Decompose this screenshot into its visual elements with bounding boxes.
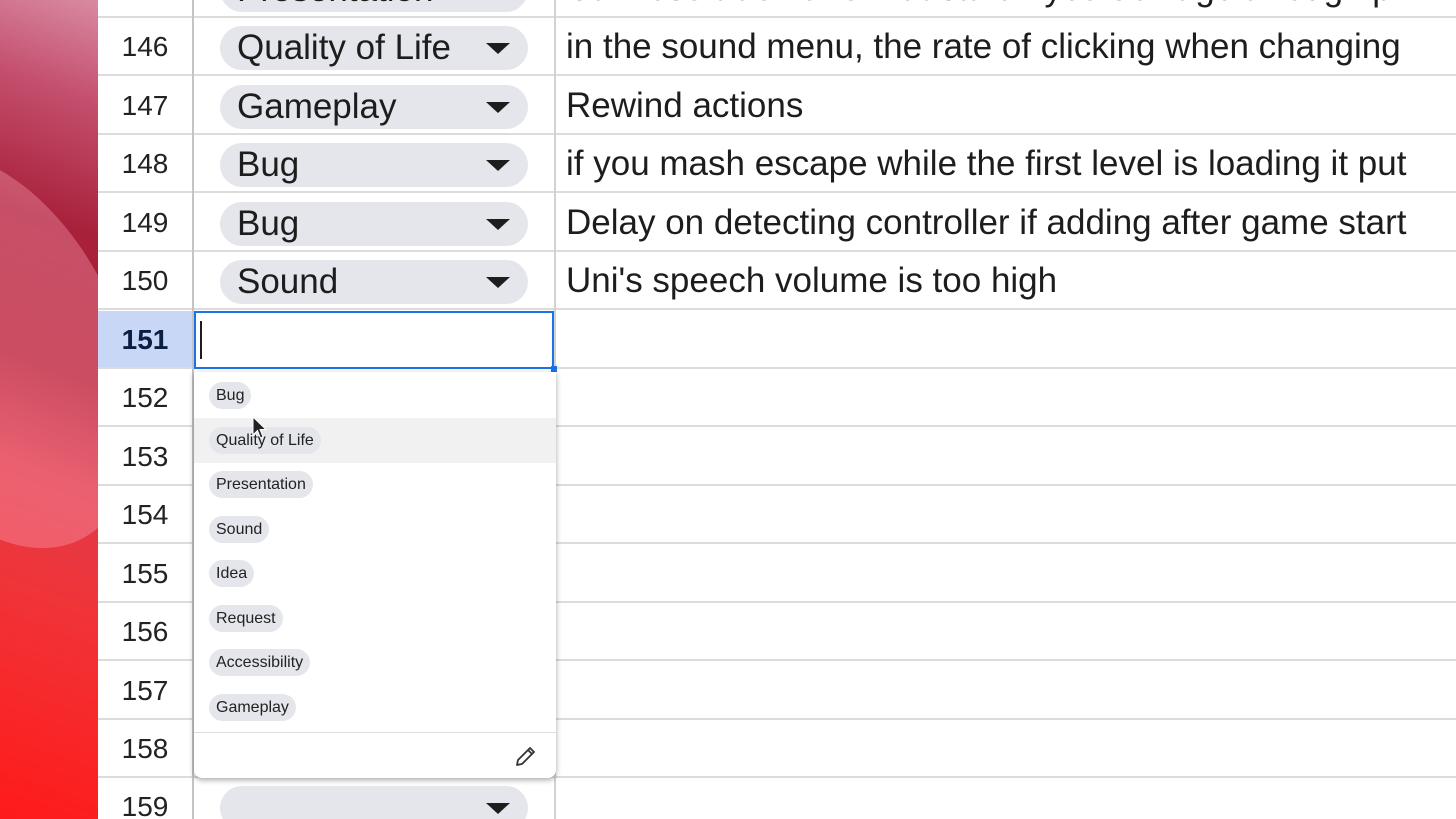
dropdown-option-idea[interactable]: Idea: [194, 551, 556, 596]
table-row: 150 Sound Uni's speech volume is too hig…: [98, 252, 1456, 310]
table-row: 146 Quality of Life in the sound menu, t…: [98, 18, 1456, 76]
category-dropdown-chip[interactable]: Bug: [220, 202, 528, 246]
dropdown-option-gameplay[interactable]: Gameplay: [194, 685, 556, 730]
dropdown-arrow-icon[interactable]: [486, 277, 510, 288]
category-label: Bug: [237, 204, 300, 243]
category-dropdown-chip[interactable]: Presentation: [220, 0, 528, 12]
wallpaper-swoosh: [0, 104, 98, 596]
category-dropdown-chip[interactable]: Quality of Life: [220, 26, 528, 70]
row-number[interactable]: 149: [98, 194, 192, 252]
dropdown-arrow-icon[interactable]: [486, 219, 510, 230]
text-cursor: [200, 321, 202, 359]
option-chip: Bug: [209, 382, 252, 409]
option-chip: Idea: [209, 560, 255, 587]
dropdown-option-accessibility[interactable]: Accessibility: [194, 640, 556, 685]
category-label: Sound: [237, 262, 339, 301]
option-chip: Sound: [209, 516, 270, 543]
dropdown-option-quality-of-life[interactable]: Quality of Life: [194, 418, 556, 463]
row-number[interactable]: 158: [98, 720, 192, 778]
row-number[interactable]: 146: [98, 18, 192, 76]
category-dropdown-chip[interactable]: Gameplay: [220, 85, 528, 129]
row-number[interactable]: 152: [98, 369, 192, 427]
table-row: 147 Gameplay Rewind actions: [98, 77, 1456, 135]
row-number-selected[interactable]: 151: [98, 311, 192, 369]
menu-divider: [194, 732, 556, 733]
category-label: Quality of Life: [237, 28, 451, 67]
mouse-pointer-icon: [252, 416, 268, 439]
dropdown-arrow-icon[interactable]: [486, 160, 510, 171]
description-cell[interactable]: Rewind actions: [566, 77, 803, 135]
category-dropdown-chip[interactable]: Sound: [220, 260, 528, 304]
option-chip: Gameplay: [209, 694, 296, 721]
category-label: Bug: [237, 145, 300, 184]
description-cell[interactable]: Uni's speech volume is too high: [566, 252, 1057, 310]
dropdown-option-presentation[interactable]: Presentation: [194, 462, 556, 507]
table-row: 148 Bug if you mash escape while the fir…: [98, 135, 1456, 193]
table-row: 159: [98, 778, 1456, 819]
option-chip: Request: [209, 605, 283, 632]
row-number[interactable]: 148: [98, 135, 192, 193]
dropdown-arrow-icon[interactable]: [486, 102, 510, 113]
category-label: Presentation: [237, 0, 434, 10]
active-cell-editor[interactable]: [194, 311, 557, 372]
row-number[interactable]: 153: [98, 428, 192, 486]
category-dropdown-chip[interactable]: [220, 786, 528, 819]
row-number[interactable]: 157: [98, 662, 192, 720]
description-cell[interactable]: Delay on detecting controller if adding …: [566, 194, 1406, 252]
description-cell[interactable]: if you mash escape while the first level…: [566, 135, 1406, 193]
row-number[interactable]: 150: [98, 252, 192, 310]
dropdown-option-sound[interactable]: Sound: [194, 507, 556, 552]
row-number[interactable]: 155: [98, 545, 192, 603]
row-number[interactable]: 156: [98, 603, 192, 661]
dropdown-arrow-icon[interactable]: [486, 43, 510, 54]
row-number[interactable]: 154: [98, 486, 192, 544]
table-row: 149 Bug Delay on detecting controller if…: [98, 194, 1456, 252]
row-number[interactable]: 159: [98, 778, 192, 819]
dropdown-option-bug[interactable]: Bug: [194, 373, 556, 418]
description-cell[interactable]: in the sound menu, the rate of clicking …: [566, 18, 1401, 76]
category-dropdown-chip[interactable]: Bug: [220, 143, 528, 187]
dropdown-options-menu: Bug Quality of Life Presentation Sound I…: [194, 372, 556, 778]
desktop-wallpaper: [0, 0, 98, 819]
row-number[interactable]: 147: [98, 77, 192, 135]
pencil-icon[interactable]: [514, 744, 538, 768]
dropdown-arrow-icon[interactable]: [486, 803, 510, 814]
option-chip: Accessibility: [209, 649, 311, 676]
dropdown-option-request[interactable]: Request: [194, 596, 556, 641]
table-row: 145 Presentation Can lose track of Uni a…: [98, 0, 1456, 18]
option-chip: Presentation: [209, 471, 313, 498]
category-label: Gameplay: [237, 87, 397, 126]
